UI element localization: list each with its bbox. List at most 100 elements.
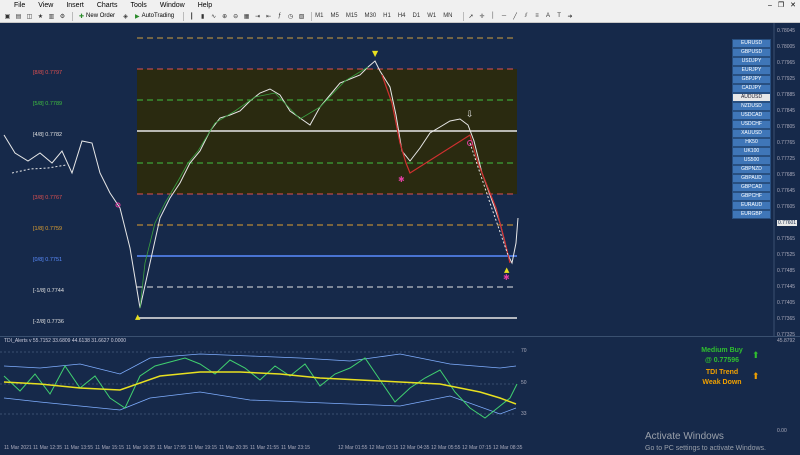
- trend-label: TDI Trend: [705, 369, 739, 376]
- pair-button-gbpnzd[interactable]: GBPNZD: [732, 165, 771, 174]
- cursor-icon[interactable]: ➚: [467, 11, 476, 21]
- timeframe-m5[interactable]: M5: [330, 13, 338, 19]
- menu-help[interactable]: Help: [198, 2, 212, 9]
- pair-button-eurgbp[interactable]: EURGBP: [732, 210, 771, 219]
- templates-icon[interactable]: ▧: [297, 11, 306, 21]
- toolbar-separator: [311, 11, 313, 21]
- menu-tools[interactable]: Tools: [130, 2, 146, 9]
- menu-view[interactable]: View: [38, 2, 53, 9]
- pair-button-eurusd[interactable]: EURUSD: [732, 39, 771, 48]
- main-chart[interactable]: ▼ ⇩ ✱ ✱ ▲ ▲ [8/8] 0.7797 [5/8] 0.7789 [4…: [0, 23, 800, 346]
- level-label: [5/8] 0.7789: [33, 101, 62, 107]
- pair-button-uk100[interactable]: UK100: [732, 147, 771, 156]
- minimize-icon[interactable]: –: [768, 2, 772, 9]
- pair-button-gbpcad[interactable]: GBPCAD: [732, 183, 771, 192]
- price-axis-label: 0.77565: [777, 236, 796, 242]
- arrows-icon[interactable]: ➜: [566, 11, 575, 21]
- price-axis-label: 0.77485: [777, 268, 796, 274]
- tester-icon[interactable]: ⚙: [58, 11, 67, 21]
- indicator-panel[interactable]: TDI_Alerts v 55.7152 33.6809 44.6138 31.…: [0, 336, 800, 437]
- timeframe-mn[interactable]: MN: [443, 13, 452, 19]
- price-axis-label: 0.77965: [777, 60, 796, 66]
- terminal-icon[interactable]: ▥: [47, 11, 56, 21]
- pair-button-usdchf[interactable]: USDCHF: [732, 120, 771, 129]
- editor-icon[interactable]: ◈: [121, 11, 130, 21]
- pair-button-xauusd[interactable]: XAUUSD: [732, 129, 771, 138]
- label-icon[interactable]: T: [555, 11, 564, 21]
- profiles-icon[interactable]: ▤: [14, 11, 23, 21]
- candlestick-icon[interactable]: ▮: [198, 11, 207, 21]
- level-label-value: 0.7782: [45, 132, 63, 138]
- channel-icon[interactable]: ⫽: [522, 11, 531, 21]
- new-order-button[interactable]: ✚ New Order: [76, 10, 118, 22]
- menu-charts[interactable]: Charts: [97, 2, 118, 9]
- crosshair-icon[interactable]: ✛: [478, 11, 487, 21]
- line-chart-icon[interactable]: ∿: [209, 11, 218, 21]
- time-tick: 11 Mar 2021: [4, 445, 32, 451]
- level-label-value: 0.7744: [47, 288, 64, 294]
- new-order-label: New Order: [86, 13, 116, 19]
- toolbar-separator: [72, 11, 73, 21]
- timeframe-d1[interactable]: D1: [413, 13, 421, 19]
- triangle-marker: ▲: [135, 313, 141, 321]
- time-tick: 11 Mar 20:35: [219, 445, 249, 451]
- time-tick: 12 Mar 08:35: [493, 445, 523, 451]
- text-icon[interactable]: A: [544, 11, 553, 21]
- level-label-value: 0.7751: [45, 257, 63, 263]
- pair-button-gbpchf[interactable]: GBPCHF: [732, 192, 771, 201]
- pair-button-hk50[interactable]: HK50: [732, 138, 771, 147]
- pair-button-us500[interactable]: US500: [732, 156, 771, 165]
- time-tick: 11 Mar 19:15: [188, 445, 218, 451]
- pair-button-cadjpy[interactable]: CADJPY: [732, 84, 771, 93]
- signal-label: Medium Buy: [701, 347, 743, 354]
- autoscroll-icon[interactable]: ⇥: [253, 11, 262, 21]
- level-label: [-1/8] 0.7744: [33, 288, 64, 294]
- autotrading-button[interactable]: ▶ AutoTrading: [132, 10, 177, 22]
- time-tick: 12 Mar 07:15: [462, 445, 492, 451]
- level-label-value: 0.7797: [45, 70, 63, 76]
- menu-window[interactable]: Window: [160, 2, 185, 9]
- new-chart-icon[interactable]: ▣: [3, 11, 12, 21]
- pair-button-gbpjpy[interactable]: GBPJPY: [732, 75, 771, 84]
- fibonacci-icon[interactable]: ≡: [533, 11, 542, 21]
- timeframe-h1[interactable]: H1: [383, 13, 391, 19]
- periods-icon[interactable]: ◷: [286, 11, 295, 21]
- price-axis-label: 0.78045: [777, 28, 796, 34]
- menu-insert[interactable]: Insert: [66, 2, 84, 9]
- horizontal-line-icon[interactable]: ─: [500, 11, 509, 21]
- timeframe-m1[interactable]: M1: [315, 13, 323, 19]
- down-arrow-marker: ⇩: [466, 110, 474, 120]
- price-chart-canvas: ▼ ⇩ ✱ ✱ ▲ ▲: [3, 23, 775, 346]
- tile-icon[interactable]: ▦: [242, 11, 251, 21]
- pair-button-audusd[interactable]: AUDUSD: [732, 93, 771, 102]
- pair-button-euraud[interactable]: EURAUD: [732, 201, 771, 210]
- pair-button-gbpaud[interactable]: GBPAUD: [732, 174, 771, 183]
- zoom-in-icon[interactable]: ⊕: [220, 11, 229, 21]
- pair-button-usdcad[interactable]: USDCAD: [732, 111, 771, 120]
- zoom-out-icon[interactable]: ⊖: [231, 11, 240, 21]
- timeframe-m15[interactable]: M15: [346, 13, 358, 19]
- close-icon[interactable]: ✕: [790, 1, 796, 9]
- level-label-value: 0.7736: [47, 319, 64, 325]
- trendline-icon[interactable]: ╱: [511, 11, 520, 21]
- navigator-icon[interactable]: ★: [36, 11, 45, 21]
- level-label: [-2/8] 0.7736: [33, 319, 64, 325]
- pair-button-usdjpy[interactable]: USDJPY: [732, 57, 771, 66]
- market-watch-icon[interactable]: ◫: [25, 11, 34, 21]
- new-order-icon: ✚: [79, 13, 85, 20]
- timeframe-m30[interactable]: M30: [365, 13, 377, 19]
- pair-button-eurjpy[interactable]: EURJPY: [732, 66, 771, 75]
- timeframe-h4[interactable]: H4: [398, 13, 406, 19]
- timeframe-w1[interactable]: W1: [427, 13, 436, 19]
- pair-button-gbpusd[interactable]: GBPUSD: [732, 48, 771, 57]
- toolbar-separator: [183, 11, 185, 21]
- chart-shift-icon[interactable]: ⇤: [264, 11, 273, 21]
- vertical-line-icon[interactable]: │: [489, 11, 498, 21]
- price-axis-label: 0.77925: [777, 76, 796, 82]
- level-label-tag: [1/8]: [33, 226, 44, 232]
- restore-icon[interactable]: ❐: [778, 1, 784, 9]
- indicators-icon[interactable]: ƒ: [275, 11, 284, 21]
- bar-chart-icon[interactable]: ┃: [187, 11, 196, 21]
- pair-button-nzdusd[interactable]: NZDUSD: [732, 102, 771, 111]
- menu-file[interactable]: File: [14, 2, 25, 9]
